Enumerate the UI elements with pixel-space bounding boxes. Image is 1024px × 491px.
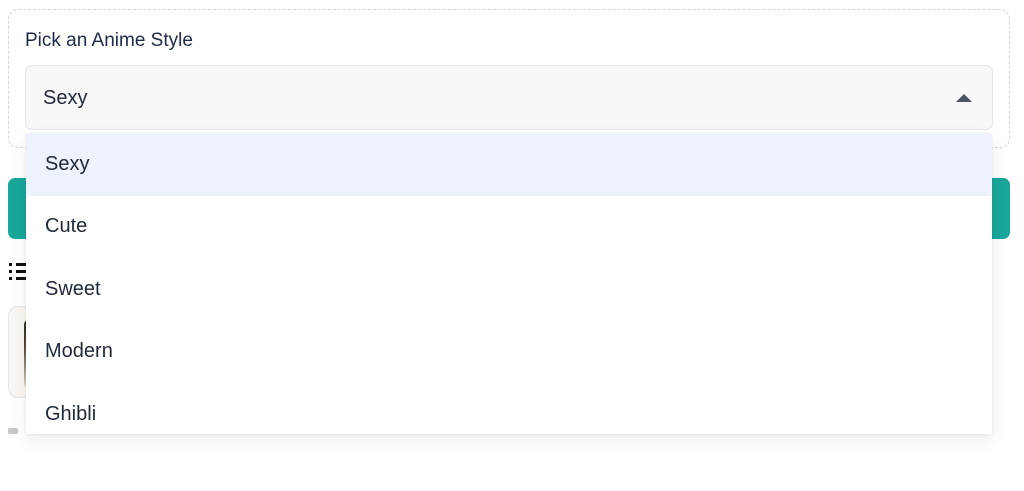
option-ghibli[interactable]: Ghibli bbox=[26, 383, 992, 434]
style-select-value: Sexy bbox=[43, 87, 88, 109]
option-sweet[interactable]: Sweet bbox=[26, 258, 992, 321]
option-label: Sweet bbox=[45, 277, 101, 300]
option-cute[interactable]: Cute bbox=[26, 196, 992, 259]
style-select[interactable]: Sexy bbox=[25, 65, 993, 130]
style-dropdown-menu: Sexy Cute Sweet Modern Ghibli bbox=[26, 133, 992, 434]
option-label: Modern bbox=[45, 340, 113, 363]
option-sexy[interactable]: Sexy bbox=[26, 133, 992, 196]
option-label: Ghibli bbox=[45, 402, 97, 425]
caret-up-icon[interactable] bbox=[956, 94, 972, 102]
option-label: Sexy bbox=[45, 152, 90, 175]
faded-text bbox=[8, 428, 18, 434]
option-modern[interactable]: Modern bbox=[26, 321, 992, 384]
page: Pick an Anime Style Sexy Sexy Cute Sweet… bbox=[0, 0, 1024, 491]
option-label: Cute bbox=[45, 215, 88, 238]
list-icon bbox=[9, 262, 27, 282]
style-picker-label: Pick an Anime Style bbox=[25, 30, 193, 51]
